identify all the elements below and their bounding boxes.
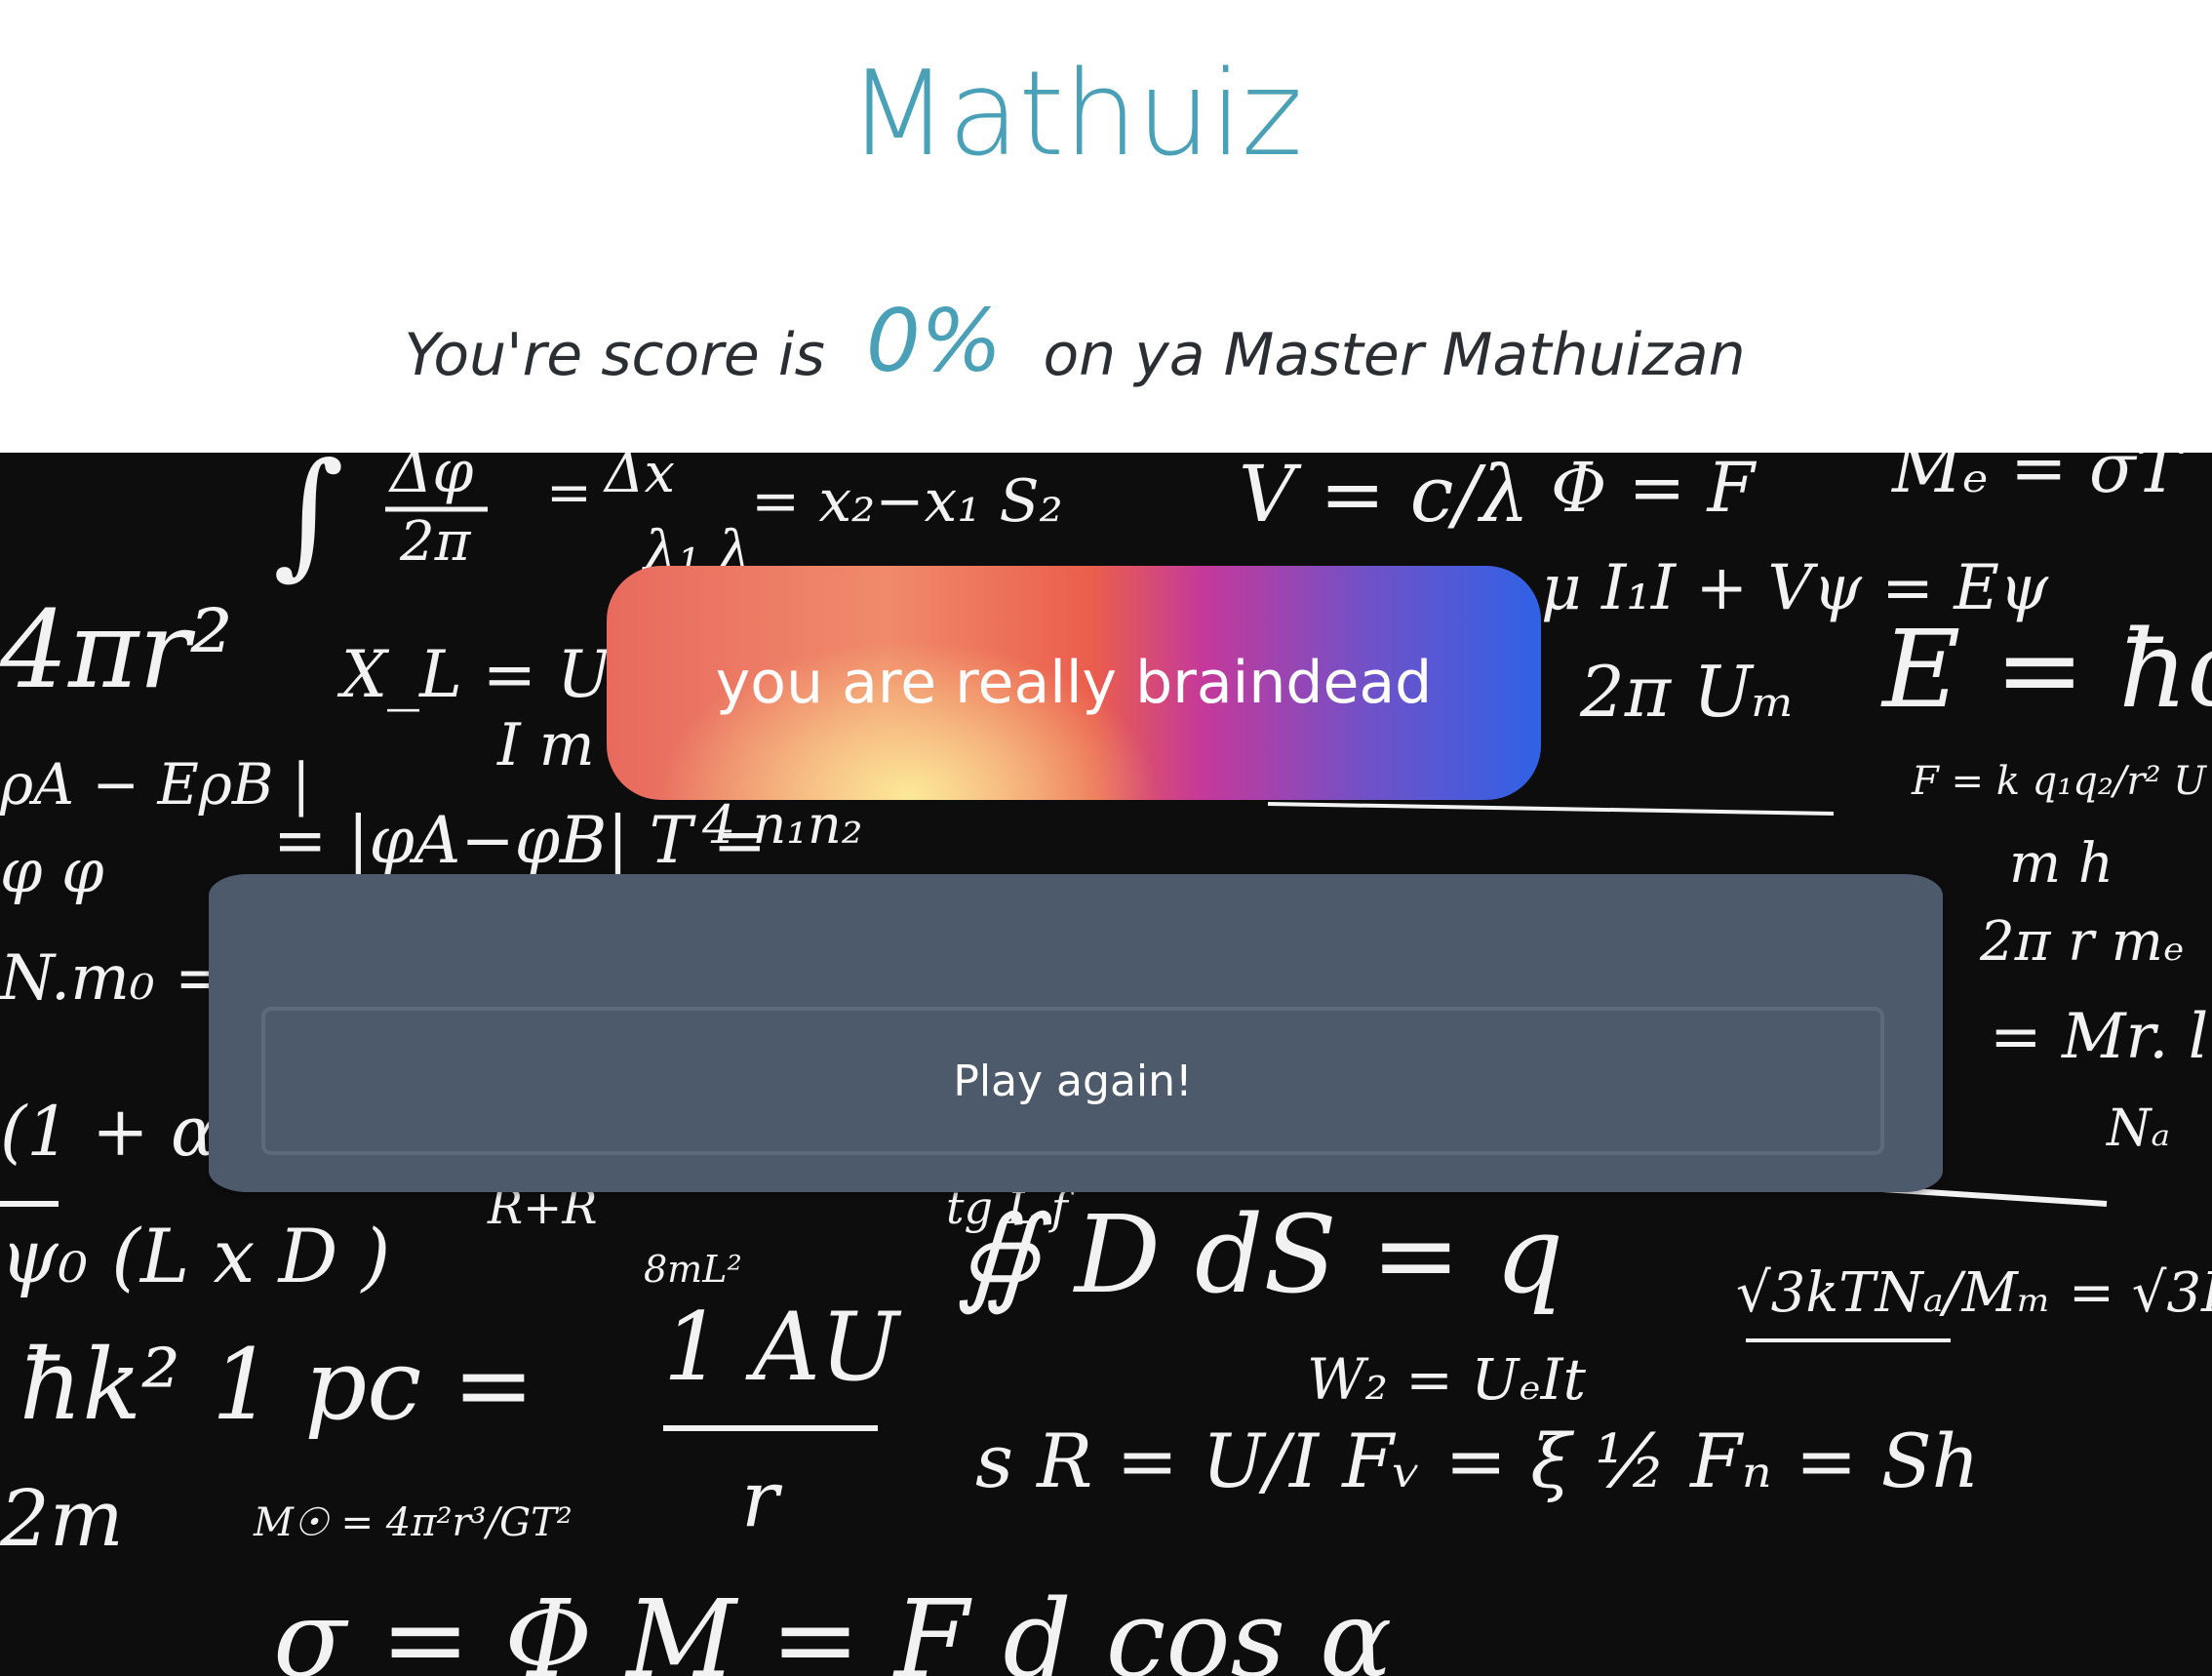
svg-text:ħk² 1 pc =: ħk² 1 pc = xyxy=(20,1328,534,1442)
svg-text:X_L = Uₘ: X_L = Uₘ xyxy=(336,637,651,712)
chalkboard-background: ∫ Δφ 2π = Δx = x₂−x₁ S₂ λ₁ λ V = c/λ Φ =… xyxy=(0,453,2212,1676)
svg-text:Mₑ = σT: Mₑ = σT xyxy=(1890,453,2186,508)
svg-text:2m: 2m xyxy=(0,1473,124,1564)
svg-text:2π: 2π xyxy=(399,510,472,574)
svg-text:σ = Φ M = F d cos α: σ = Φ M = F d cos α xyxy=(273,1576,1392,1676)
svg-text:2π Uₘ: 2π Uₘ xyxy=(1579,651,1796,733)
svg-text:4 n₁n₂: 4 n₁n₂ xyxy=(701,794,862,856)
svg-text:r: r xyxy=(741,1454,783,1544)
score-line: You're score is 0% on ya Master Mathuizan xyxy=(0,291,2150,391)
svg-text:= x₂−x₁ S₂: = x₂−x₁ S₂ xyxy=(751,467,1063,536)
play-again-button[interactable]: Play again! xyxy=(261,1007,1884,1155)
svg-text:(1 + α: (1 + α xyxy=(0,1092,217,1172)
svg-text:M☉ = 4π²r³/GT²: M☉ = 4π²r³/GT² xyxy=(253,1500,573,1545)
svg-text:W₂ = UₑIt: W₂ = UₑIt xyxy=(1307,1346,1587,1413)
svg-text:√3kTNₐ/Mₘ = √3Rₘ/Mᵣ: √3kTNₐ/Mₘ = √3Rₘ/Mᵣ xyxy=(1736,1261,2212,1325)
action-panel: Play again! xyxy=(209,874,1943,1192)
svg-text:= Mr. l: = Mr. l xyxy=(1990,1001,2208,1073)
svg-text:Nₐ: Nₐ xyxy=(2105,1099,2170,1158)
svg-text:Φ = F: Φ = F xyxy=(1551,453,1758,528)
header: Mathuiz You're score is 0% on ya Master Ma… xyxy=(0,0,2212,453)
svg-text:E = ħω: E = ħω xyxy=(1880,607,2212,732)
svg-text:1 AU: 1 AU xyxy=(663,1293,902,1402)
app-title: Mathuiz xyxy=(848,47,1303,182)
svg-text:ψ₀ (L x D ): ψ₀ (L x D ) xyxy=(0,1213,390,1299)
svg-text:s R = U/I Fᵥ = ξ ½ Fₙ = Sh: s R = U/I Fᵥ = ξ ½ Fₙ = Sh xyxy=(975,1417,1980,1504)
svg-text:Δφ: Δφ xyxy=(388,453,473,506)
score-percent: 0% xyxy=(865,291,1003,391)
result-message-text: you are really braindead xyxy=(715,649,1433,717)
svg-text:V = c/λ: V = c/λ xyxy=(1239,453,1529,539)
svg-text:8mL²: 8mL² xyxy=(644,1248,742,1291)
svg-text:4πr²: 4πr² xyxy=(0,587,233,712)
svg-text:=: = xyxy=(546,461,592,525)
svg-text:m h: m h xyxy=(2009,832,2113,896)
svg-text:I m: I m xyxy=(496,711,595,779)
svg-text:∫: ∫ xyxy=(273,453,344,593)
result-message-banner: you are really braindead xyxy=(607,566,1541,800)
score-prefix: You're score is xyxy=(404,321,825,389)
svg-text:= |φA−φB| T =: = |φA−φB| T = xyxy=(273,803,767,878)
quiz-result-page: Mathuiz You're score is 0% on ya Master Ma… xyxy=(0,0,2212,1676)
svg-text:2π r mₑ: 2π r mₑ xyxy=(1979,910,2185,974)
svg-text:∯ D dS = q: ∯ D dS = q xyxy=(956,1192,1563,1317)
score-suffix: on ya Master Mathuizan xyxy=(1043,321,1746,389)
svg-text:ρA − EρB |: ρA − EρB | xyxy=(0,751,311,818)
svg-text:φ φ: φ φ xyxy=(0,835,104,906)
svg-text:F = k q₁q₂/r² U =: F = k q₁q₂/r² U = xyxy=(1911,759,2212,804)
svg-text:N.m₀ =: N.m₀ = xyxy=(0,942,227,1015)
svg-text:Δx: Δx xyxy=(603,453,675,505)
